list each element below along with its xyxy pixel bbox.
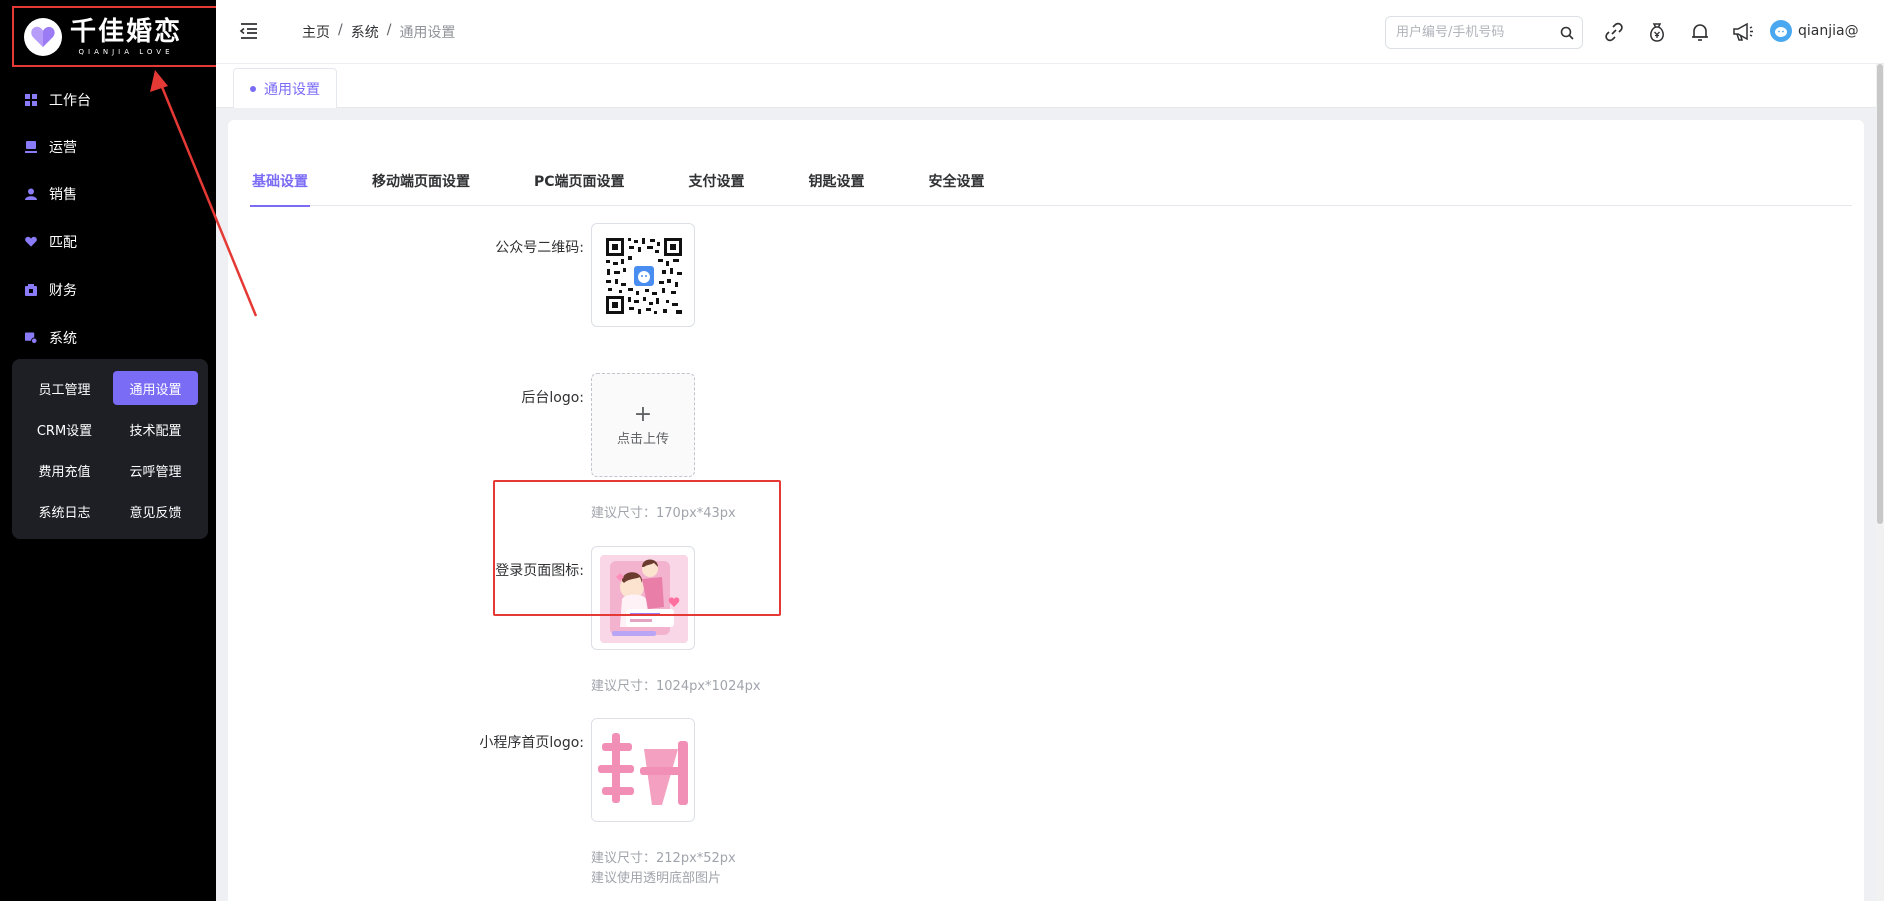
megaphone-icon[interactable] bbox=[1731, 21, 1755, 45]
brand-logo[interactable]: 千佳婚恋 QIANJIA LOVE bbox=[12, 6, 219, 67]
system-icon bbox=[25, 332, 37, 344]
sidebar-item-label: 匹配 bbox=[49, 235, 77, 251]
submenu-cloud-call[interactable]: 云呼管理 bbox=[113, 453, 198, 487]
tab-basic-settings[interactable]: 基础设置 bbox=[250, 156, 310, 207]
sidebar: 千佳婚恋 QIANJIA LOVE 工作台 运营 销售 匹配 财务 系统 员工管… bbox=[0, 0, 219, 901]
submenu-recharge[interactable]: 费用充值 bbox=[22, 453, 107, 487]
dashboard-icon bbox=[25, 93, 37, 106]
sidebar-item-system[interactable]: 系统 bbox=[0, 314, 216, 362]
scrollbar-thumb[interactable] bbox=[1877, 64, 1883, 524]
breadcrumb-separator: / bbox=[338, 22, 343, 38]
sidebar-item-workbench[interactable]: 工作台 bbox=[0, 76, 216, 123]
qrcode-image[interactable] bbox=[591, 223, 695, 327]
search-input[interactable] bbox=[1396, 17, 1556, 48]
avatar bbox=[1770, 20, 1792, 42]
submenu-staff-management[interactable]: 员工管理 bbox=[22, 371, 107, 405]
sidebar-item-finance[interactable]: 财务 bbox=[0, 266, 216, 314]
admin-logo-upload[interactable]: + 点击上传 bbox=[591, 373, 695, 477]
breadcrumb-system[interactable]: 系统 bbox=[351, 22, 379, 42]
tab-security-settings[interactable]: 安全设置 bbox=[929, 156, 985, 206]
system-submenu: 员工管理 通用设置 CRM设置 技术配置 费用充值 云呼管理 系统日志 意见反馈 bbox=[12, 359, 208, 539]
username: qianjia@ bbox=[1798, 23, 1859, 39]
breadcrumb-separator: / bbox=[386, 22, 392, 38]
menu-collapse-icon[interactable] bbox=[238, 20, 262, 44]
mini-logo-graphic bbox=[592, 719, 694, 821]
submenu-feedback[interactable]: 意见反馈 bbox=[113, 494, 198, 528]
brand-text: 千佳婚恋 QIANJIA LOVE bbox=[70, 17, 182, 57]
mini-logo-image[interactable] bbox=[591, 718, 695, 822]
submenu-tech-config[interactable]: 技术配置 bbox=[113, 412, 198, 446]
sidebar-item-operations[interactable]: 运营 bbox=[0, 123, 216, 170]
app-root: 千佳婚恋 QIANJIA LOVE 工作台 运营 销售 匹配 财务 系统 员工管… bbox=[0, 0, 1884, 901]
user-menu[interactable]: qianjia@ bbox=[1770, 20, 1859, 42]
mini-logo-label: 小程序首页logo: bbox=[479, 735, 584, 751]
qrcode-label: 公众号二维码: bbox=[495, 240, 584, 256]
page-scrollbar[interactable] bbox=[1876, 64, 1884, 901]
login-icon-hint: 建议尺寸：1024px*1024px bbox=[591, 679, 761, 694]
tab-mobile-page-settings[interactable]: 移动端页面设置 bbox=[372, 156, 470, 206]
highlight-box-admin-logo bbox=[493, 480, 781, 616]
heart-logo-icon bbox=[24, 17, 62, 56]
sidebar-item-label: 销售 bbox=[49, 187, 77, 203]
upload-text: 点击上传 bbox=[616, 431, 669, 447]
sidebar-item-label: 财务 bbox=[49, 283, 77, 299]
submenu-system-log[interactable]: 系统日志 bbox=[22, 494, 107, 528]
user-icon bbox=[25, 188, 37, 200]
plus-icon: + bbox=[633, 401, 653, 427]
finance-icon bbox=[25, 284, 37, 296]
settings-card: 基础设置 移动端页面设置 PC端页面设置 支付设置 钥匙设置 安全设置 公众号二… bbox=[228, 120, 1864, 901]
brand-name: 千佳婚恋 bbox=[70, 16, 183, 47]
brand-name-en: QIANJIA LOVE bbox=[78, 47, 174, 56]
tags-view-bar: 通用设置 bbox=[216, 64, 1884, 108]
tag-label: 通用设置 bbox=[264, 81, 320, 98]
admin-logo-label: 后台logo: bbox=[521, 390, 584, 406]
sidebar-menu: 工作台 运营 销售 匹配 财务 系统 bbox=[0, 76, 216, 362]
mini-logo-hint: 建议尺寸：212px*52px bbox=[591, 851, 736, 866]
sidebar-item-match[interactable]: 匹配 bbox=[0, 218, 216, 266]
sidebar-item-label: 系统 bbox=[49, 331, 77, 347]
breadcrumb-home[interactable]: 主页 bbox=[302, 22, 330, 42]
active-dot-icon bbox=[250, 85, 256, 92]
tag-general-settings[interactable]: 通用设置 bbox=[233, 68, 337, 108]
operations-icon bbox=[25, 140, 37, 153]
match-icon bbox=[25, 236, 37, 248]
breadcrumb: 主页 / 系统 / 通用设置 bbox=[302, 22, 455, 42]
link-icon[interactable] bbox=[1603, 21, 1627, 45]
submenu-general-settings[interactable]: 通用设置 bbox=[113, 371, 198, 405]
top-header: 主页 / 系统 / 通用设置 qianjia@ bbox=[216, 0, 1884, 64]
breadcrumb-current: 通用设置 bbox=[399, 25, 456, 41]
tab-payment-settings[interactable]: 支付设置 bbox=[689, 156, 745, 206]
tab-key-settings[interactable]: 钥匙设置 bbox=[809, 156, 865, 206]
sidebar-item-label: 运营 bbox=[49, 139, 77, 156]
search-box bbox=[1385, 16, 1583, 49]
search-icon[interactable] bbox=[1560, 25, 1574, 44]
moneybag-icon[interactable] bbox=[1646, 21, 1670, 45]
mini-logo-hint-transparent: 建议使用透明底部图片 bbox=[591, 871, 722, 886]
qrcode-graphic bbox=[606, 238, 682, 314]
sidebar-item-label: 工作台 bbox=[49, 92, 91, 109]
submenu-crm-settings[interactable]: CRM设置 bbox=[22, 412, 107, 446]
bell-icon[interactable] bbox=[1689, 21, 1713, 45]
sidebar-item-sales[interactable]: 销售 bbox=[0, 170, 216, 218]
settings-tabs: 基础设置 移动端页面设置 PC端页面设置 支付设置 钥匙设置 安全设置 bbox=[250, 156, 1852, 207]
tab-pc-page-settings[interactable]: PC端页面设置 bbox=[534, 156, 625, 206]
